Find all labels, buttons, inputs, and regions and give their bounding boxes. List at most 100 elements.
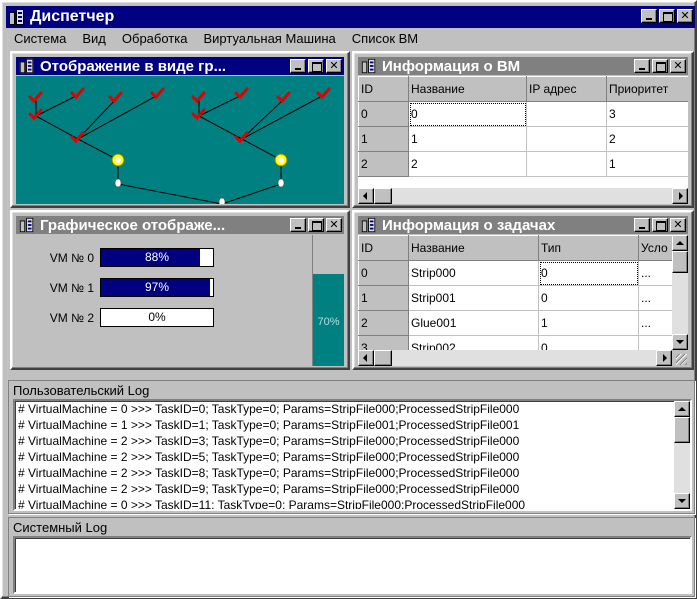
scroll-left-button[interactable] [358, 350, 374, 366]
scroll-up-button[interactable] [672, 235, 688, 251]
scroll-down-button[interactable] [674, 493, 690, 509]
tasks-window-title-bar[interactable]: Информация о задачах ✕ [358, 216, 688, 234]
maximize-button[interactable] [652, 59, 668, 73]
row-id[interactable]: 0 [358, 101, 409, 127]
column-header[interactable]: ID [358, 76, 409, 102]
vm-priority-cell[interactable]: 2 [606, 126, 688, 152]
task-type-cell[interactable]: 1 [538, 310, 639, 336]
row-id[interactable]: 1 [358, 126, 409, 152]
task-name-cell[interactable]: Strip001 [408, 285, 539, 311]
menu-bar: Система Вид Обработка Виртуальная Машина… [6, 29, 695, 47]
vertical-scrollbar[interactable] [672, 235, 688, 350]
menu-system[interactable]: Система [6, 31, 74, 46]
maximize-button[interactable] [659, 9, 675, 23]
vm-info-title-bar[interactable]: Информация о ВМ ✕ [358, 57, 688, 75]
vm-info-title: Информация о ВМ [382, 57, 521, 75]
load-window-title-bar[interactable]: Графическое отображе... ✕ [16, 216, 344, 234]
minimize-button[interactable] [634, 59, 650, 73]
log-line[interactable]: # VirtualMachine = 1 >>> TaskID=1; TaskT… [15, 417, 690, 433]
close-button[interactable]: ✕ [677, 9, 693, 23]
vertical-scrollbar[interactable] [674, 401, 690, 509]
size-grip[interactable] [672, 350, 688, 366]
log-line[interactable]: # VirtualMachine = 0 >>> TaskID=0; TaskT… [15, 401, 690, 417]
progress-text: 88% [144, 250, 170, 264]
app-icon [361, 217, 377, 233]
table-row[interactable]: 1 Strip001 0 ... [358, 285, 688, 311]
table-row[interactable]: 0 Strip000 0 ... [358, 260, 688, 286]
row-id[interactable]: 2 [358, 310, 409, 336]
vm-ip-cell[interactable] [526, 101, 607, 127]
task-type-cell[interactable]: 0 [538, 285, 639, 311]
menu-vm-list[interactable]: Список ВМ [344, 31, 426, 46]
maximize-button[interactable] [308, 218, 324, 232]
check-icon [191, 91, 206, 104]
graph-window-title-bar[interactable]: Отображение в виде гр... ✕ [16, 57, 344, 75]
vm-priority-cell[interactable]: 1 [606, 151, 688, 177]
system-log-group: Системный Log [8, 517, 695, 597]
vm-load-row: VM № 1 97% [16, 278, 214, 297]
horizontal-scrollbar[interactable] [358, 188, 688, 204]
scroll-thumb[interactable] [674, 417, 690, 443]
minimize-button[interactable] [290, 59, 306, 73]
table-row[interactable]: 0 0 3 [358, 101, 688, 127]
horizontal-scrollbar[interactable] [358, 350, 672, 366]
close-button[interactable]: ✕ [326, 218, 342, 232]
column-header[interactable]: Название [408, 76, 527, 102]
close-button[interactable]: ✕ [326, 59, 342, 73]
task-name-cell[interactable]: Strip000 [408, 260, 539, 286]
vm-name-cell[interactable]: 0 [408, 101, 527, 127]
table-row[interactable]: 2 2 1 [358, 151, 688, 177]
table-row[interactable]: 1 1 2 [358, 126, 688, 152]
task-graph-canvas[interactable] [16, 76, 344, 207]
main-title-bar[interactable]: Диспетчер ✕ [6, 6, 695, 28]
tasks-window-title: Информация о задачах [382, 216, 556, 234]
scroll-up-button[interactable] [674, 401, 690, 417]
close-button[interactable]: ✕ [670, 218, 686, 232]
maximize-button[interactable] [308, 59, 324, 73]
vm-ip-cell[interactable] [526, 126, 607, 152]
row-id[interactable]: 1 [358, 285, 409, 311]
user-log-listbox[interactable]: # VirtualMachine = 0 >>> TaskID=0; TaskT… [13, 399, 692, 511]
column-header[interactable]: Тип [538, 235, 639, 261]
graph-window-title: Отображение в виде гр... [40, 57, 227, 75]
menu-processing[interactable]: Обработка [114, 31, 196, 46]
log-line[interactable]: # VirtualMachine = 2 >>> TaskID=8; TaskT… [15, 465, 690, 481]
maximize-button[interactable] [652, 218, 668, 232]
log-line[interactable]: # VirtualMachine = 0 >>> TaskID=11; Task… [15, 497, 690, 509]
scroll-left-button[interactable] [358, 188, 374, 204]
log-line[interactable]: # VirtualMachine = 2 >>> TaskID=3; TaskT… [15, 433, 690, 449]
minimize-button[interactable] [641, 9, 657, 23]
row-id[interactable]: 0 [358, 260, 409, 286]
column-header[interactable]: Приоритет [606, 76, 688, 102]
row-id[interactable]: 2 [358, 151, 409, 177]
scroll-thumb[interactable] [672, 251, 688, 273]
scroll-thumb[interactable] [374, 350, 392, 366]
scroll-right-button[interactable] [672, 188, 688, 204]
load-window-title: Графическое отображе... [40, 216, 226, 234]
vm-name-cell[interactable]: 1 [408, 126, 527, 152]
minimize-button[interactable] [290, 218, 306, 232]
task-name-cell[interactable]: Glue001 [408, 310, 539, 336]
scroll-thumb[interactable] [374, 188, 392, 204]
scroll-down-button[interactable] [672, 334, 688, 350]
column-header[interactable]: Название [408, 235, 539, 261]
tasks-grid[interactable]: ID Название Тип Усло 0 Strip000 0 ... 1 … [358, 235, 688, 366]
vm-name-cell[interactable]: 2 [408, 151, 527, 177]
column-header[interactable]: IP адрес [526, 76, 607, 102]
log-line[interactable]: # VirtualMachine = 2 >>> TaskID=5; TaskT… [15, 449, 690, 465]
column-header[interactable]: ID [358, 235, 409, 261]
minimize-button[interactable] [634, 218, 650, 232]
log-line[interactable]: # VirtualMachine = 2 >>> TaskID=9; TaskT… [15, 481, 690, 497]
task-type-cell[interactable]: 0 [538, 260, 639, 286]
scroll-right-button[interactable] [656, 350, 672, 366]
menu-view[interactable]: Вид [74, 31, 114, 46]
system-log-listbox[interactable] [13, 536, 692, 594]
vm-ip-cell[interactable] [526, 151, 607, 177]
vm-load-panel: VM № 0 88% VM № 1 97% VM № 2 0% 70% [16, 235, 344, 366]
table-row[interactable]: 2 Glue001 1 ... [358, 310, 688, 336]
close-button[interactable]: ✕ [670, 59, 686, 73]
vm-grid[interactable]: ID Название IP адрес Приоритет 0 0 3 1 1… [358, 76, 688, 204]
total-load-text: 70% [317, 316, 340, 328]
menu-virtual-machine[interactable]: Виртуальная Машина [195, 31, 343, 46]
vm-priority-cell[interactable]: 3 [606, 101, 688, 127]
